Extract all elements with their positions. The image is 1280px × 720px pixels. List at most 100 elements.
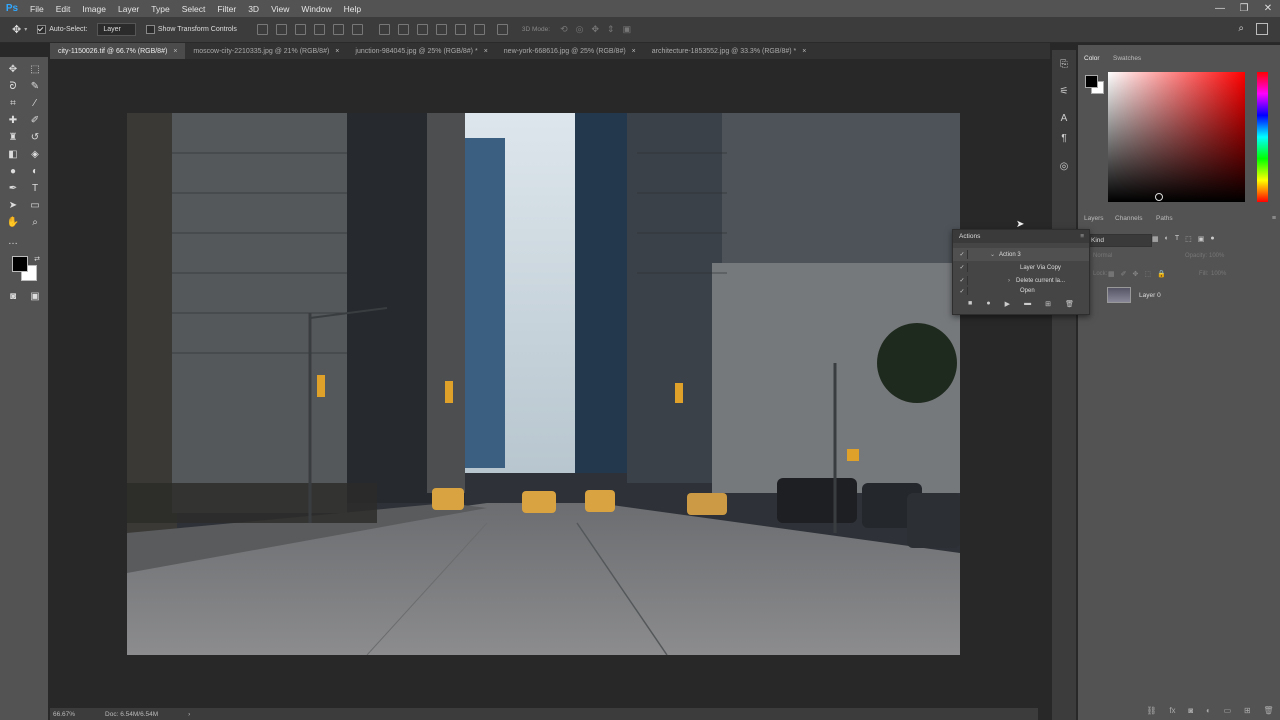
document-image[interactable]: [127, 113, 960, 655]
align-left-icon[interactable]: [313, 24, 325, 35]
crop-icon[interactable]: ⌗: [6, 96, 20, 110]
workspace-icon[interactable]: [1256, 23, 1268, 35]
adjustment-layer-icon[interactable]: ◐: [1206, 706, 1211, 715]
pen-icon[interactable]: ✒: [6, 181, 20, 195]
delete-layer-icon[interactable]: 🗑: [1263, 706, 1273, 715]
menu-3d[interactable]: 3D: [242, 4, 265, 14]
menu-layer[interactable]: Layer: [112, 4, 145, 14]
align-top-icon[interactable]: [256, 24, 268, 35]
tab-color[interactable]: Color: [1084, 55, 1100, 62]
kind-filter-dropdown[interactable]: Kind: [1087, 234, 1152, 247]
filter-toggle-icon[interactable]: ●: [1210, 235, 1214, 243]
search-icon[interactable]: ⌕: [1238, 23, 1244, 34]
align-right-icon[interactable]: [351, 24, 363, 35]
distribute-bottom-icon[interactable]: [416, 24, 428, 35]
menu-filter[interactable]: Filter: [211, 4, 242, 14]
filter-pixel-icon[interactable]: ▦: [1152, 235, 1159, 243]
tab-layers[interactable]: Layers: [1084, 215, 1104, 222]
menu-file[interactable]: File: [24, 4, 50, 14]
fill-value[interactable]: 100%: [1211, 271, 1226, 277]
document-tab[interactable]: architecture-1853552.jpg @ 33.3% (RGB/8#…: [644, 43, 815, 59]
blend-mode-dropdown[interactable]: Normal: [1093, 253, 1112, 259]
align-bottom-icon[interactable]: [294, 24, 306, 35]
quick-select-icon[interactable]: ✎: [28, 79, 42, 93]
checkmark-icon[interactable]: ✓: [957, 264, 967, 271]
slide-3d-icon[interactable]: ⇕: [607, 24, 615, 35]
hand-icon[interactable]: ✋: [6, 215, 20, 229]
new-set-icon[interactable]: ▬: [1024, 300, 1031, 308]
paragraph-panel-icon[interactable]: ¶: [1058, 132, 1070, 144]
menu-help[interactable]: Help: [338, 4, 367, 14]
actions-panel-header[interactable]: Actions ≡: [953, 230, 1089, 243]
checkbox-icon[interactable]: [37, 25, 47, 34]
move-tool-icon[interactable]: ✥: [12, 23, 21, 36]
quick-mask-icon[interactable]: ◙: [6, 289, 20, 303]
action-row[interactable]: ✓ › Delete current la...: [953, 274, 1089, 287]
distribute-top-icon[interactable]: [378, 24, 390, 35]
lock-artboard-icon[interactable]: ⬚: [1144, 270, 1151, 278]
play-icon[interactable]: ▶: [1005, 300, 1010, 308]
dialog-toggle-icon[interactable]: [967, 250, 978, 259]
restore-icon[interactable]: ❐: [1232, 0, 1256, 17]
distribute-hcenter-icon[interactable]: [454, 24, 466, 35]
expand-chevron-icon[interactable]: ›: [1008, 278, 1010, 284]
more-tools-icon[interactable]: …: [6, 234, 20, 248]
bucket-icon[interactable]: ◈: [28, 147, 42, 161]
document-tab[interactable]: new-york-668616.jpg @ 25% (RGB/8#) ×: [496, 43, 644, 59]
blur-icon[interactable]: ●: [6, 164, 20, 178]
menu-edit[interactable]: Edit: [50, 4, 77, 14]
heal-icon[interactable]: ✚: [6, 113, 20, 127]
lasso-icon[interactable]: ᘐ: [6, 79, 20, 93]
brush-icon[interactable]: ✐: [28, 113, 42, 127]
layer-style-icon[interactable]: fx: [1169, 706, 1175, 715]
zoom-icon[interactable]: ⌕: [28, 215, 42, 229]
lock-pixels-icon[interactable]: ▦: [1108, 270, 1115, 278]
document-tab[interactable]: junction-984045.jpg @ 25% (RGB/8#) * ×: [347, 43, 495, 59]
roll-3d-icon[interactable]: ◎: [576, 24, 584, 35]
layer-name[interactable]: Layer 0: [1139, 292, 1161, 299]
align-vcenter-icon[interactable]: [275, 24, 287, 35]
delete-action-icon[interactable]: 🗑: [1065, 300, 1074, 308]
lock-move-icon[interactable]: ✥: [1133, 270, 1139, 278]
distribute-right-icon[interactable]: [473, 24, 485, 35]
document-tab[interactable]: city-1150026.tif @ 66.7% (RGB/8#) ×: [50, 43, 186, 59]
orbit-3d-icon[interactable]: ⟲: [560, 24, 568, 35]
distribute-left-icon[interactable]: [435, 24, 447, 35]
dialog-toggle-icon[interactable]: [967, 287, 978, 295]
zoom-level[interactable]: 66.67%: [53, 711, 75, 718]
checkmark-icon[interactable]: ✓: [957, 251, 967, 258]
align-hcenter-icon[interactable]: [332, 24, 344, 35]
tool-preset-chevron-icon[interactable]: ▾: [24, 26, 27, 33]
path-select-icon[interactable]: ➤: [6, 198, 20, 212]
opacity-value[interactable]: 100%: [1209, 253, 1224, 259]
menu-select[interactable]: Select: [176, 4, 212, 14]
menu-view[interactable]: View: [265, 4, 295, 14]
history-brush-icon[interactable]: ↺: [28, 130, 42, 144]
status-menu-icon[interactable]: ›: [188, 711, 190, 718]
scale-3d-icon[interactable]: ▣: [623, 24, 632, 35]
move-icon[interactable]: ✥: [6, 62, 20, 76]
swap-colors-icon[interactable]: ⇄: [30, 252, 44, 266]
close-icon[interactable]: ✕: [1256, 0, 1280, 17]
color-picker-cursor-icon[interactable]: [1155, 193, 1163, 201]
hue-slider[interactable]: [1257, 72, 1268, 202]
brush-presets-icon[interactable]: ⚟: [1058, 85, 1070, 97]
filter-shape-icon[interactable]: ⬚: [1185, 235, 1192, 243]
screen-mode-icon[interactable]: ▣: [28, 289, 42, 303]
document-tab[interactable]: moscow-city-2210335.jpg @ 21% (RGB/8#) ×: [185, 43, 347, 59]
color-field[interactable]: [1108, 72, 1245, 202]
menu-window[interactable]: Window: [295, 4, 337, 14]
action-row[interactable]: ✓ Open: [953, 287, 1089, 295]
type-icon[interactable]: T: [28, 181, 42, 195]
add-mask-icon[interactable]: ◙: [1188, 706, 1193, 715]
menu-type[interactable]: Type: [145, 4, 175, 14]
tab-close-icon[interactable]: ×: [802, 48, 806, 55]
new-layer-icon[interactable]: ⊞: [1244, 706, 1251, 715]
expand-chevron-icon[interactable]: ⌄: [990, 251, 995, 258]
stamp-icon[interactable]: ♜: [6, 130, 20, 144]
eyedropper-icon[interactable]: ⁄: [28, 96, 42, 110]
action-row[interactable]: ✓ Layer Via Copy: [953, 261, 1089, 274]
new-group-icon[interactable]: ▭: [1224, 706, 1232, 715]
tab-close-icon[interactable]: ×: [632, 48, 636, 55]
tab-channels[interactable]: Channels: [1115, 215, 1142, 222]
